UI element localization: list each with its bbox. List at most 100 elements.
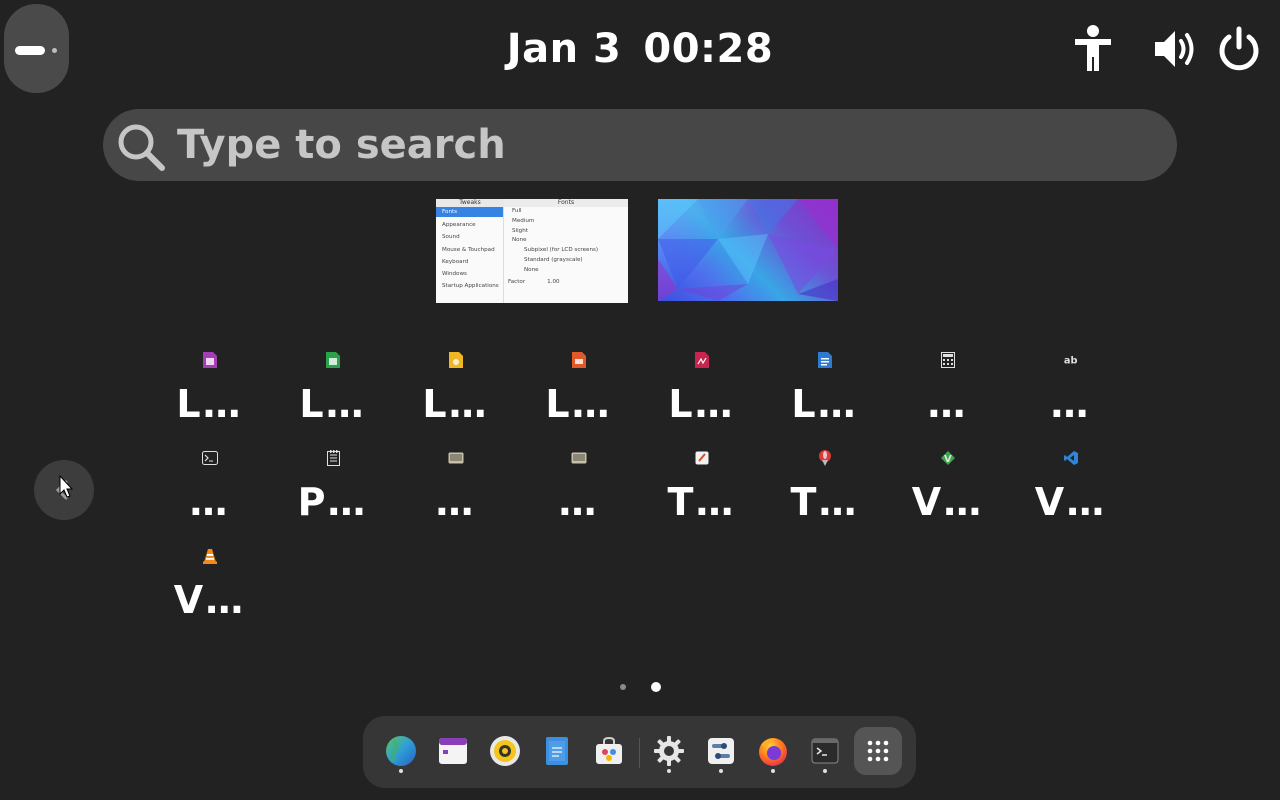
sidebar-item: Appearance [442, 222, 476, 228]
option-line: Subpixel (for LCD screens) [524, 247, 599, 254]
libreoffice-calc-icon [325, 352, 341, 368]
search-bar[interactable] [103, 109, 1177, 181]
sidebar-item: Startup Applications [442, 283, 499, 290]
terminal-icon [202, 450, 218, 466]
browser-globe-icon [386, 736, 416, 766]
search-input[interactable] [177, 119, 1077, 171]
libreoffice-draw-icon [448, 352, 464, 368]
app-label: T… [790, 480, 859, 524]
running-indicator [823, 769, 827, 773]
page-indicators [617, 680, 665, 694]
dash [363, 716, 916, 788]
app-label: … [189, 480, 230, 524]
wallpaper-image [658, 199, 838, 301]
show-apps-button[interactable] [854, 727, 902, 775]
app-label: L… [545, 382, 612, 426]
running-indicator [667, 769, 671, 773]
svg-text:ab: ab [1064, 356, 1078, 367]
transmission-icon [817, 450, 833, 466]
sidebar-item: Fonts [436, 207, 503, 217]
dash-item-software[interactable] [592, 734, 626, 768]
panel-title: Fonts [504, 199, 628, 207]
scaling-factor-value: 1.00 [547, 278, 560, 285]
dash-item-firefox[interactable] [756, 734, 790, 768]
app-label: V… [1034, 480, 1107, 524]
calculator-icon [940, 352, 956, 368]
previous-page-button[interactable] [34, 460, 94, 520]
window-title: Tweaks [436, 199, 504, 207]
rhythmbox-icon [490, 736, 520, 766]
app-label: P… [297, 480, 368, 524]
app-vlc[interactable]: V… [148, 540, 271, 638]
app-label: … [1050, 382, 1091, 426]
app-system-1[interactable]: … [394, 442, 517, 540]
app-libreoffice-base[interactable]: L… [148, 344, 271, 442]
sidebar-item: Sound [442, 234, 460, 241]
app-label: L… [299, 382, 366, 426]
text-document-icon [546, 737, 568, 765]
settings-gear-icon [654, 736, 684, 766]
dash-separator [639, 738, 640, 768]
date-label: Jan 3 [506, 26, 622, 72]
app-grid-icon [867, 740, 889, 762]
app-label: L… [176, 382, 243, 426]
app-label: … [927, 382, 968, 426]
libreoffice-writer-icon [817, 352, 833, 368]
app-system-2[interactable]: … [517, 442, 640, 540]
app-label: … [435, 480, 476, 524]
power-icon[interactable] [1212, 23, 1266, 75]
workspace-thumbnail-2[interactable] [658, 199, 838, 301]
sidebar-item: Mouse & Touchpad [442, 246, 495, 253]
app-vscode[interactable]: V… [1009, 442, 1132, 540]
option-line: None [512, 237, 527, 244]
firefox-icon [759, 738, 787, 766]
scaling-factor-label: Factor [508, 278, 526, 285]
vim-icon: V [940, 450, 956, 466]
app-vim[interactable]: V V… [886, 442, 1009, 540]
dash-item-rhythmbox[interactable] [488, 734, 522, 768]
volume-icon[interactable] [1152, 23, 1204, 75]
option-line: Slight [512, 227, 528, 234]
notes-icon [694, 450, 710, 466]
dash-item-terminal[interactable] [808, 734, 842, 768]
dash-item-tweaks[interactable] [704, 734, 738, 768]
vscode-icon [1063, 450, 1079, 466]
dash-item-settings[interactable] [652, 734, 686, 768]
sidebar-item: Windows [442, 271, 467, 278]
app-libreoffice-math[interactable]: L… [640, 344, 763, 442]
chevron-left-icon [55, 474, 74, 500]
app-libreoffice-impress[interactable]: L… [517, 344, 640, 442]
sidebar-item: Keyboard [442, 258, 469, 265]
system-app-icon [448, 450, 464, 466]
app-label: V… [911, 480, 984, 524]
app-characters[interactable]: ab … [1009, 344, 1132, 442]
option-line: Full [512, 208, 522, 214]
app-calculator[interactable]: … [886, 344, 1009, 442]
libreoffice-math-icon [694, 352, 710, 368]
libreoffice-base-icon [202, 352, 218, 368]
app-transmission[interactable]: T… [763, 442, 886, 540]
option-line: None [524, 266, 539, 273]
app-text-editor[interactable]: P… [271, 442, 394, 540]
app-label: L… [791, 382, 858, 426]
page-indicator-1[interactable] [620, 684, 626, 690]
tweaks-icon [708, 738, 734, 764]
dash-item-browser[interactable] [384, 734, 418, 768]
libreoffice-impress-icon [571, 352, 587, 368]
dash-item-document[interactable] [540, 734, 574, 768]
text-editor-icon [325, 450, 341, 466]
app-terminal[interactable]: … [148, 442, 271, 540]
app-label: … [558, 480, 599, 524]
accessibility-icon[interactable] [1070, 23, 1116, 75]
tweaks-sidebar: Fonts Appearance Sound Mouse & Touchpad … [436, 207, 504, 303]
app-libreoffice-calc[interactable]: L… [271, 344, 394, 442]
app-notes[interactable]: T… [640, 442, 763, 540]
option-line: Medium [512, 217, 535, 224]
app-label: V… [173, 578, 246, 622]
dash-item-calendar[interactable] [436, 734, 470, 768]
app-libreoffice-writer[interactable]: L… [763, 344, 886, 442]
workspace-thumbnail-1[interactable]: Tweaks Fonts Fonts Appearance Sound Mous… [436, 199, 628, 303]
page-indicator-2[interactable] [651, 682, 661, 692]
app-libreoffice-draw[interactable]: L… [394, 344, 517, 442]
time-label: 00:28 [643, 26, 774, 72]
